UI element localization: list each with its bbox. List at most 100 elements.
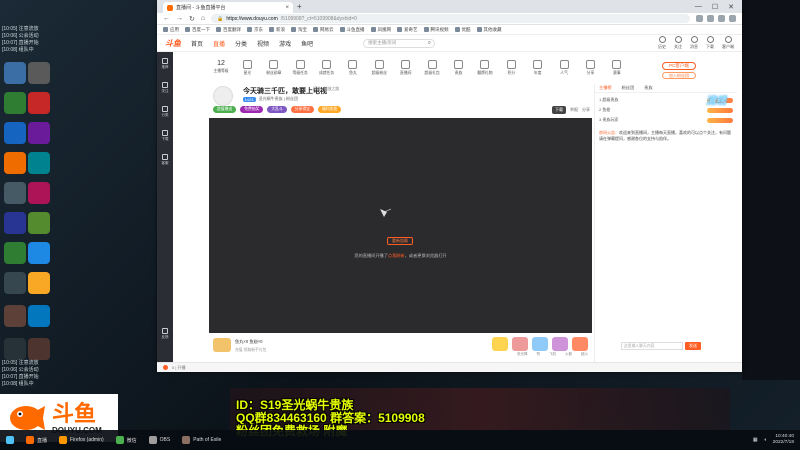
close-tab-icon[interactable]: × (285, 5, 289, 11)
desktop-icon[interactable] (28, 152, 50, 174)
anchor-level[interactable]: 12 主播等级 (209, 60, 233, 82)
forward-icon[interactable]: → (176, 15, 183, 22)
desktop-icon[interactable] (4, 92, 26, 114)
nav-live[interactable]: 直播 (213, 39, 225, 48)
close-window-icon[interactable]: ✕ (728, 3, 734, 11)
volume-icon[interactable]: ◖ (764, 437, 767, 443)
desktop-icon[interactable] (4, 338, 26, 360)
nav-game[interactable]: 游戏 (279, 39, 291, 48)
back-icon[interactable]: ← (163, 15, 170, 22)
bookmark[interactable]: 应用 (163, 27, 179, 33)
activity-pill[interactable]: 超值赠送 (213, 106, 237, 113)
nav-yuba[interactable]: 鱼吧 (301, 39, 313, 48)
send-button[interactable]: 发送 (685, 342, 701, 350)
task-item[interactable]: OBS (143, 430, 177, 450)
cat-item[interactable]: 赛事 (605, 60, 629, 82)
desktop-icon[interactable] (4, 212, 26, 234)
desktop-icon[interactable] (4, 182, 26, 204)
desktop-icon[interactable] (28, 182, 50, 204)
activity-pill[interactable]: 福利发放 (317, 106, 342, 113)
minimize-icon[interactable]: — (695, 3, 702, 11)
task-item[interactable]: 直播 (20, 430, 53, 450)
sidebar-item-recommend[interactable]: 推荐 (162, 58, 169, 70)
desktop-icon[interactable] (4, 272, 26, 294)
cat-item[interactable]: 粉丝勋章 (262, 60, 286, 82)
tab-anchor-rank[interactable]: 主播榜 (599, 85, 612, 91)
browser-tab[interactable]: 直播间 - 斗鱼直播平台 × (163, 2, 293, 13)
desktop-icon[interactable] (28, 338, 50, 360)
task-item[interactable]: 微信 (110, 430, 143, 450)
cat-item[interactable]: 鱼丸 (341, 60, 365, 82)
cat-item[interactable]: 年度 (526, 60, 550, 82)
bookmark[interactable]: 淘宝 (291, 27, 307, 33)
gift-rocket-icon[interactable] (552, 337, 568, 351)
cat-item[interactable]: 贵族 (447, 60, 471, 82)
history-icon[interactable]: 历史 (658, 36, 666, 50)
cat-item[interactable]: 星光 (235, 60, 259, 82)
cat-item[interactable]: 成就任务 (315, 60, 339, 82)
bookmark[interactable]: 百度一下 (185, 27, 210, 33)
desktop-icon[interactable] (4, 305, 26, 327)
video-player[interactable]: 重新加载 您的直播间开播了点我刷新，或者更换浏览器打开 (209, 118, 592, 333)
desktop-icon[interactable] (28, 62, 50, 84)
recharge-link[interactable]: 充值 领取新手礼包 (235, 348, 266, 353)
cat-item[interactable]: 超级礼包 (420, 60, 444, 82)
room-category[interactable]: 网游 › 流放之路 (313, 87, 339, 92)
desktop-icon[interactable] (28, 92, 50, 114)
task-item[interactable]: Firefox (admin) (53, 430, 110, 450)
pc-client-button[interactable]: PC客户端 (662, 62, 696, 70)
desktop-icon[interactable] (4, 122, 26, 144)
cat-item[interactable]: 超级粉丝 (367, 60, 391, 82)
bookmark[interactable]: 京东 (247, 27, 263, 33)
reload-button[interactable]: 重新加载 (387, 237, 413, 245)
profile-icon[interactable] (729, 15, 736, 22)
desktop-icon[interactable] (28, 212, 50, 234)
tab-noble[interactable]: 贵族 (644, 85, 652, 91)
client-icon[interactable]: 客户端 (722, 36, 734, 50)
desktop-icon[interactable] (4, 152, 26, 174)
bookmark[interactable]: 网易云 (313, 27, 334, 33)
wallet-icon[interactable] (213, 338, 231, 352)
new-tab-icon[interactable]: + (297, 2, 302, 11)
cat-item[interactable]: 等级任务 (288, 60, 312, 82)
message-icon[interactable]: 消息 (690, 36, 698, 50)
fan-club-button[interactable]: 加入粉丝团 (662, 72, 696, 79)
bookmark[interactable]: 腾讯视频 (424, 27, 449, 33)
desktop-icon[interactable] (28, 242, 50, 264)
cat-item[interactable]: 人气 (552, 60, 576, 82)
desktop-icon[interactable] (28, 122, 50, 144)
bookmark[interactable]: 斗鱼直播 (340, 27, 365, 33)
home-icon[interactable]: ⌂ (201, 15, 205, 22)
cat-item[interactable]: 翻牌礼物 (473, 60, 497, 82)
follow-icon[interactable]: 关注 (674, 36, 682, 50)
reload-icon[interactable]: ↻ (189, 15, 195, 23)
nav-category[interactable]: 分类 (235, 39, 247, 48)
bookmark[interactable]: 百度翻译 (216, 27, 241, 33)
activity-pill[interactable]: 大乱斗 (267, 106, 287, 113)
site-logo[interactable]: 斗鱼 (165, 38, 181, 49)
extension-icon[interactable] (718, 15, 725, 22)
url-field[interactable]: 🔒 https://www.douyu.com/5109908?_ct=5109… (211, 14, 690, 23)
tab-fan-club[interactable]: 粉丝团 (622, 85, 635, 91)
desktop-icon[interactable] (4, 242, 26, 264)
sidebar-item-category[interactable]: 分类 (162, 106, 169, 118)
nav-home[interactable]: 首页 (191, 39, 203, 48)
extension-icon[interactable] (696, 15, 703, 22)
gift-like-icon[interactable] (512, 337, 528, 351)
cat-item[interactable]: 直播间 (394, 60, 418, 82)
desktop-icon[interactable] (4, 62, 26, 84)
bookmark[interactable]: 优酷 (455, 27, 471, 33)
extension-icon[interactable] (707, 15, 714, 22)
bookmark[interactable]: 新浪 (269, 27, 285, 33)
report-link[interactable]: 举报 (570, 107, 578, 113)
sidebar-item-download[interactable]: 下载 (162, 130, 169, 142)
task-item[interactable]: Path of Exile (176, 430, 227, 450)
share-link[interactable]: 分享 (582, 107, 590, 113)
start-button[interactable] (0, 430, 20, 450)
clock[interactable]: 10:40:40 2022/7/18 (773, 434, 794, 446)
rank-row[interactable]: 3 贵族玩家 (599, 115, 733, 125)
refresh-link[interactable]: 点我刷新 (388, 253, 405, 258)
sidebar-item-service[interactable]: 客服 (162, 154, 169, 166)
search-input[interactable]: 搜索主播/房间 (363, 38, 436, 48)
sidebar-item-follow[interactable]: 关注 (162, 82, 169, 94)
